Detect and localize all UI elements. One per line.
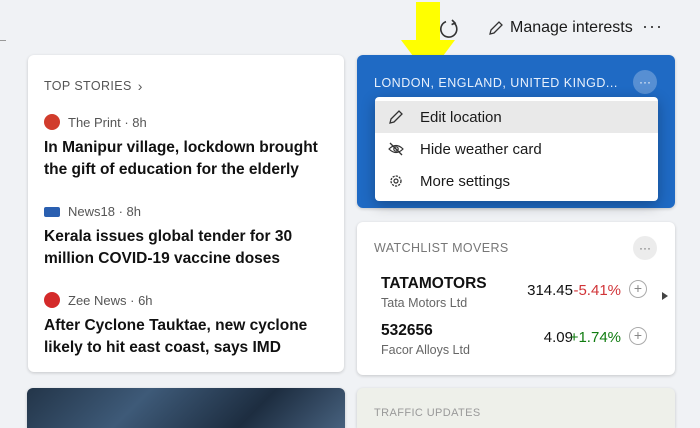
watchlist-card: WATCHLIST MOVERS ··· TATAMOTORS Tata Mot… bbox=[357, 222, 675, 375]
menu-item-label: More settings bbox=[420, 172, 511, 190]
stock-price: 4.09 bbox=[543, 329, 573, 346]
story-source-label: The Print · 8h bbox=[68, 114, 147, 130]
stock-company: Facor Alloys Ltd bbox=[381, 343, 470, 357]
story-item[interactable]: The Print · 8h In Manipur village, lockd… bbox=[44, 114, 334, 181]
watchlist-more-button[interactable]: ··· bbox=[633, 236, 657, 260]
stock-row[interactable]: 532656 Facor Alloys Ltd 4.09 +1.74% + bbox=[381, 322, 661, 362]
menu-item-hide-weather-card[interactable]: Hide weather card bbox=[375, 133, 658, 165]
story-source: The Print · 8h bbox=[44, 114, 334, 130]
source-logo-icon bbox=[44, 292, 60, 308]
eye-off-icon bbox=[388, 142, 404, 156]
stock-row[interactable]: TATAMOTORS Tata Motors Ltd 314.45 -5.41%… bbox=[381, 275, 661, 315]
top-stories-card: TOP STORIES › The Print · 8h In Manipur … bbox=[28, 55, 344, 372]
traffic-updates-card[interactable]: TRAFFIC UPDATES bbox=[357, 388, 675, 428]
add-to-watchlist-icon[interactable]: + bbox=[629, 280, 647, 298]
traffic-updates-title: TRAFFIC UPDATES bbox=[374, 407, 481, 419]
stock-price: 314.45 bbox=[527, 282, 573, 299]
weather-location[interactable]: LONDON, ENGLAND, UNITED KINGD... bbox=[374, 76, 618, 90]
image-card[interactable] bbox=[27, 388, 345, 428]
story-source-label: News18 · 8h bbox=[68, 204, 141, 219]
story-source-label: Zee News · 6h bbox=[68, 292, 153, 308]
gear-icon bbox=[390, 175, 402, 187]
manage-interests-label: Manage interests bbox=[510, 19, 633, 36]
watchlist-title: WATCHLIST MOVERS bbox=[374, 241, 509, 255]
stock-symbol: TATAMOTORS bbox=[381, 275, 487, 292]
source-logo-icon bbox=[44, 114, 60, 130]
top-stories-label: TOP STORIES bbox=[44, 79, 132, 93]
menu-item-label: Edit location bbox=[420, 108, 502, 126]
stock-change: +1.74% bbox=[569, 329, 621, 346]
weather-context-menu: Edit location Hide weather card More set… bbox=[375, 97, 658, 201]
story-headline[interactable]: Kerala issues global tender for 30 milli… bbox=[44, 226, 334, 270]
weather-more-button[interactable]: ··· bbox=[633, 70, 657, 94]
next-arrow-icon[interactable] bbox=[662, 292, 668, 300]
chevron-right-icon: › bbox=[137, 78, 143, 94]
menu-item-label: Hide weather card bbox=[420, 140, 542, 158]
add-to-watchlist-icon[interactable]: + bbox=[629, 327, 647, 345]
story-source: News18 · 8h bbox=[44, 204, 334, 219]
divider bbox=[0, 40, 6, 41]
story-item[interactable]: News18 · 8h Kerala issues global tender … bbox=[44, 204, 334, 270]
stock-company: Tata Motors Ltd bbox=[381, 296, 468, 310]
story-item[interactable]: Zee News · 6h After Cyclone Tauktae, new… bbox=[44, 292, 334, 359]
menu-item-edit-location[interactable]: Edit location bbox=[375, 101, 658, 133]
stock-change: -5.41% bbox=[573, 282, 621, 299]
stock-symbol: 532656 bbox=[381, 322, 433, 339]
source-logo-icon bbox=[44, 206, 60, 217]
pencil-icon bbox=[389, 110, 403, 124]
story-headline[interactable]: After Cyclone Tauktae, new cyclone likel… bbox=[44, 315, 334, 359]
pencil-icon bbox=[489, 21, 503, 35]
top-stories-title[interactable]: TOP STORIES › bbox=[44, 78, 143, 94]
story-source: Zee News · 6h bbox=[44, 292, 334, 308]
menu-item-more-settings[interactable]: More settings bbox=[375, 165, 658, 197]
more-options-button[interactable]: ··· bbox=[642, 16, 663, 37]
story-headline[interactable]: In Manipur village, lockdown brought the… bbox=[44, 137, 334, 181]
top-toolbar: Manage interests ··· bbox=[0, 0, 700, 48]
manage-interests-button[interactable]: Manage interests bbox=[488, 19, 633, 37]
